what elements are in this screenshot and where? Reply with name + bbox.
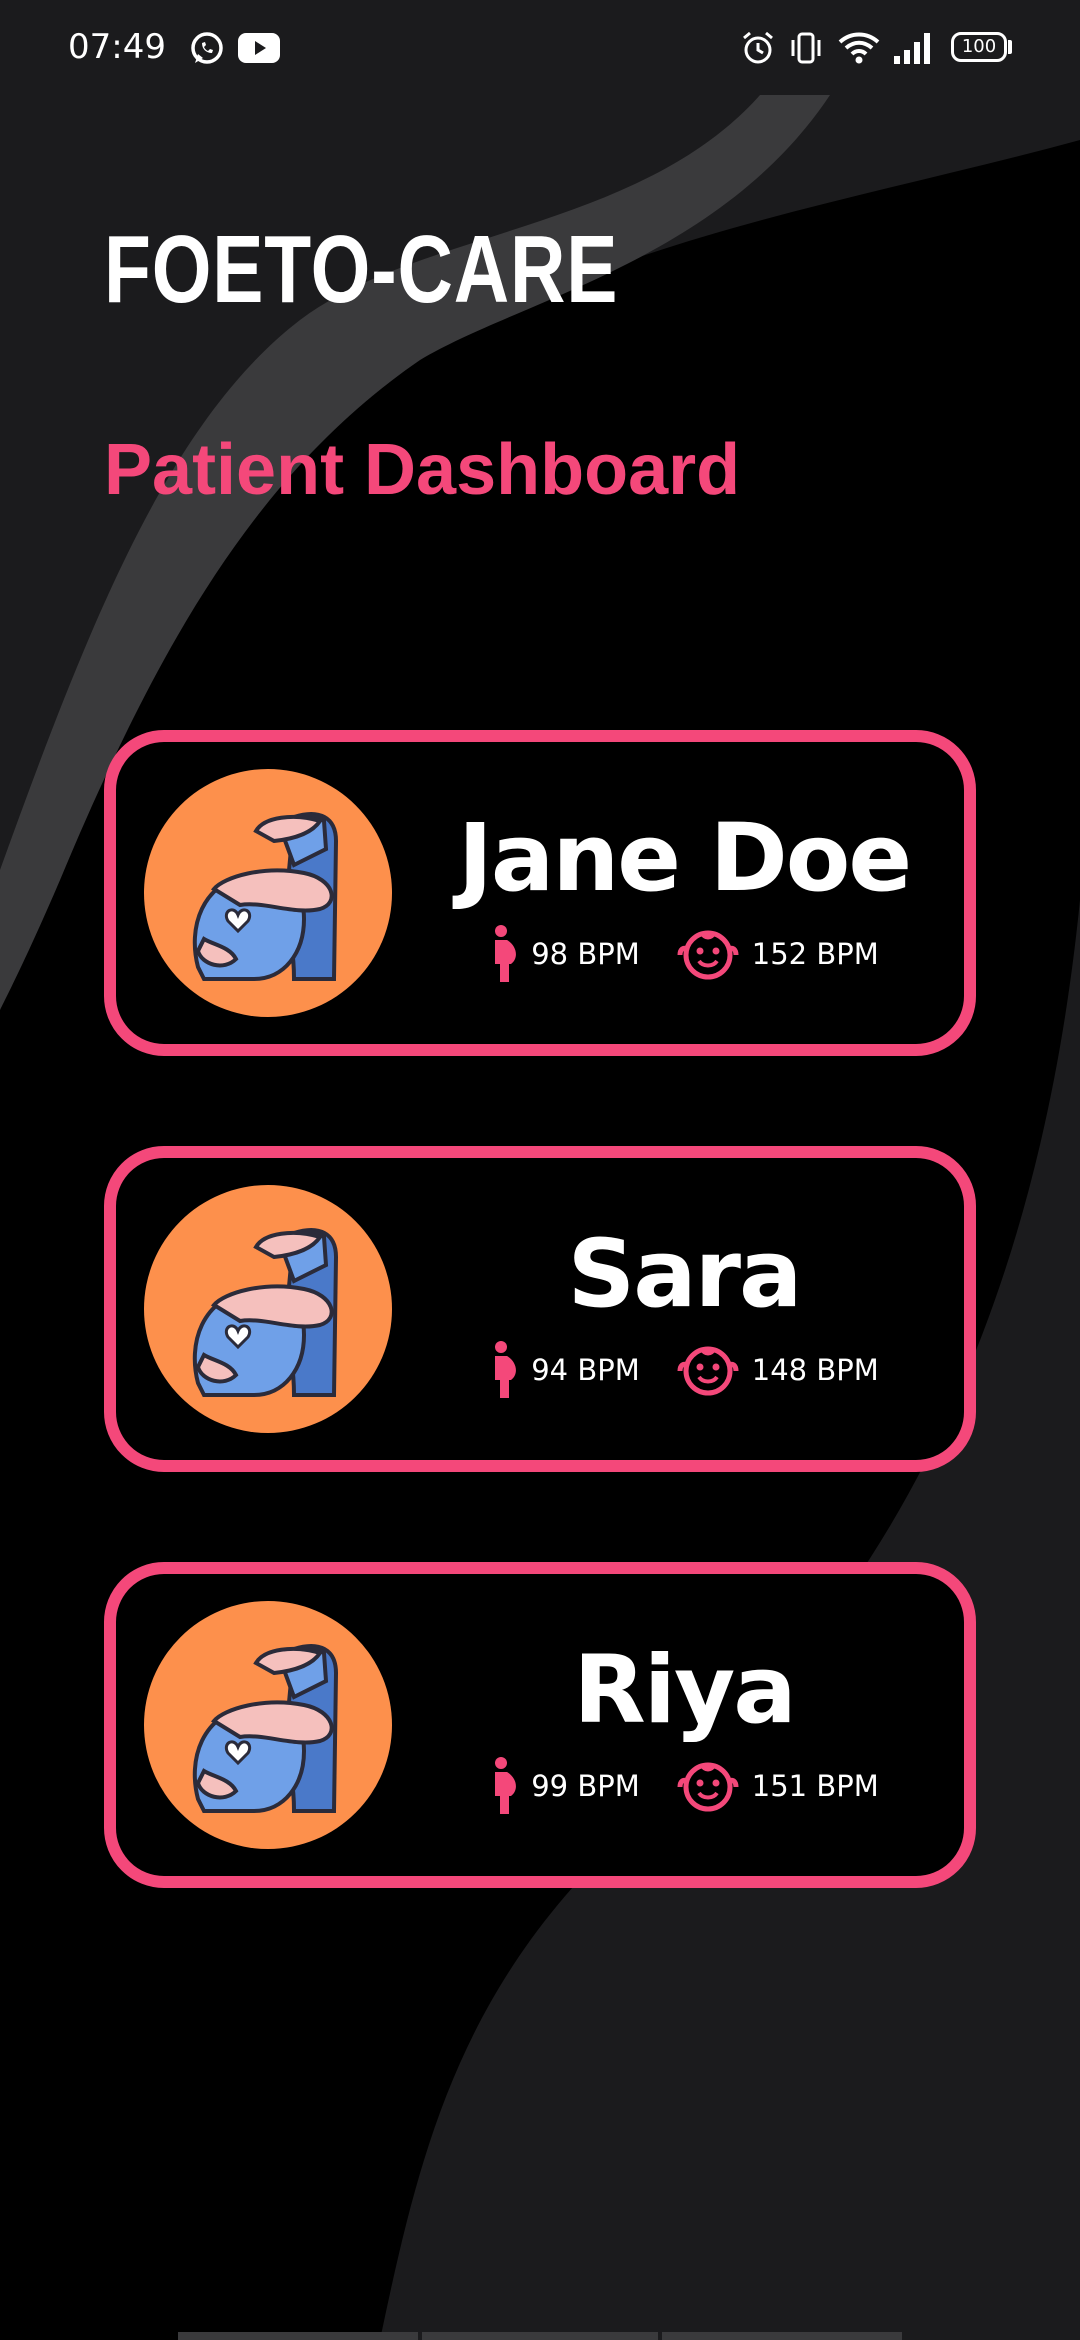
baby-bpm: 151 BPM <box>751 1769 879 1803</box>
pregnant-mother-icon <box>495 1757 517 1814</box>
baby-bpm: 148 BPM <box>751 1353 879 1387</box>
mother-heart-rate: 99 BPM <box>489 1756 640 1816</box>
page-subtitle: Patient Dashboard <box>104 430 741 510</box>
patient-name: Sara <box>567 1220 803 1329</box>
baby-face-icon <box>677 1346 739 1396</box>
signal-icon <box>894 33 930 64</box>
patient-card[interactable]: Jane Doe 98 BPM 152 BPM <box>104 730 976 1056</box>
app-title: FOETO-CARE <box>104 216 619 323</box>
patient-card[interactable]: Riya 99 BPM 151 BPM <box>104 1562 976 1888</box>
patient-name: Jane Doe <box>457 804 912 913</box>
baby-face-icon <box>677 930 739 980</box>
patient-card[interactable]: Sara 94 BPM 148 BPM <box>104 1146 976 1472</box>
wifi-icon <box>838 32 880 64</box>
battery-tip <box>1008 40 1012 54</box>
pregnant-woman-icon <box>144 1185 392 1433</box>
mother-bpm: 98 BPM <box>531 937 640 971</box>
pregnant-woman-icon <box>144 1601 392 1849</box>
patient-name: Riya <box>573 1636 796 1745</box>
baby-face-icon <box>677 1762 739 1812</box>
pregnant-woman-icon <box>144 769 392 1017</box>
status-time: 07:49 <box>68 27 166 67</box>
pregnant-mother-icon <box>495 925 517 982</box>
mother-heart-rate: 98 BPM <box>489 924 640 984</box>
baby-bpm: 152 BPM <box>751 937 879 971</box>
youtube-icon <box>238 33 280 63</box>
vitals-row: 98 BPM 152 BPM <box>392 924 976 984</box>
pregnant-mother-icon <box>495 1341 517 1398</box>
baby-heart-rate: 152 BPM <box>676 925 879 983</box>
mother-bpm: 94 BPM <box>531 1353 640 1387</box>
baby-heart-rate: 151 BPM <box>676 1757 879 1815</box>
status-bar: 07:49 100 <box>0 0 1080 95</box>
vibrate-icon <box>791 32 821 64</box>
nav-gesture-bar[interactable] <box>422 2332 658 2340</box>
vitals-row: 94 BPM 148 BPM <box>392 1340 976 1400</box>
nav-gesture-bar[interactable] <box>662 2332 902 2340</box>
mother-bpm: 99 BPM <box>531 1769 640 1803</box>
mother-heart-rate: 94 BPM <box>489 1340 640 1400</box>
nav-gesture-bar[interactable] <box>178 2332 418 2340</box>
alarm-icon <box>743 31 773 64</box>
vitals-row: 99 BPM 151 BPM <box>392 1756 976 1816</box>
whatsapp-icon <box>191 32 223 64</box>
baby-heart-rate: 148 BPM <box>676 1341 879 1399</box>
battery-icon: 100 <box>951 32 1007 62</box>
